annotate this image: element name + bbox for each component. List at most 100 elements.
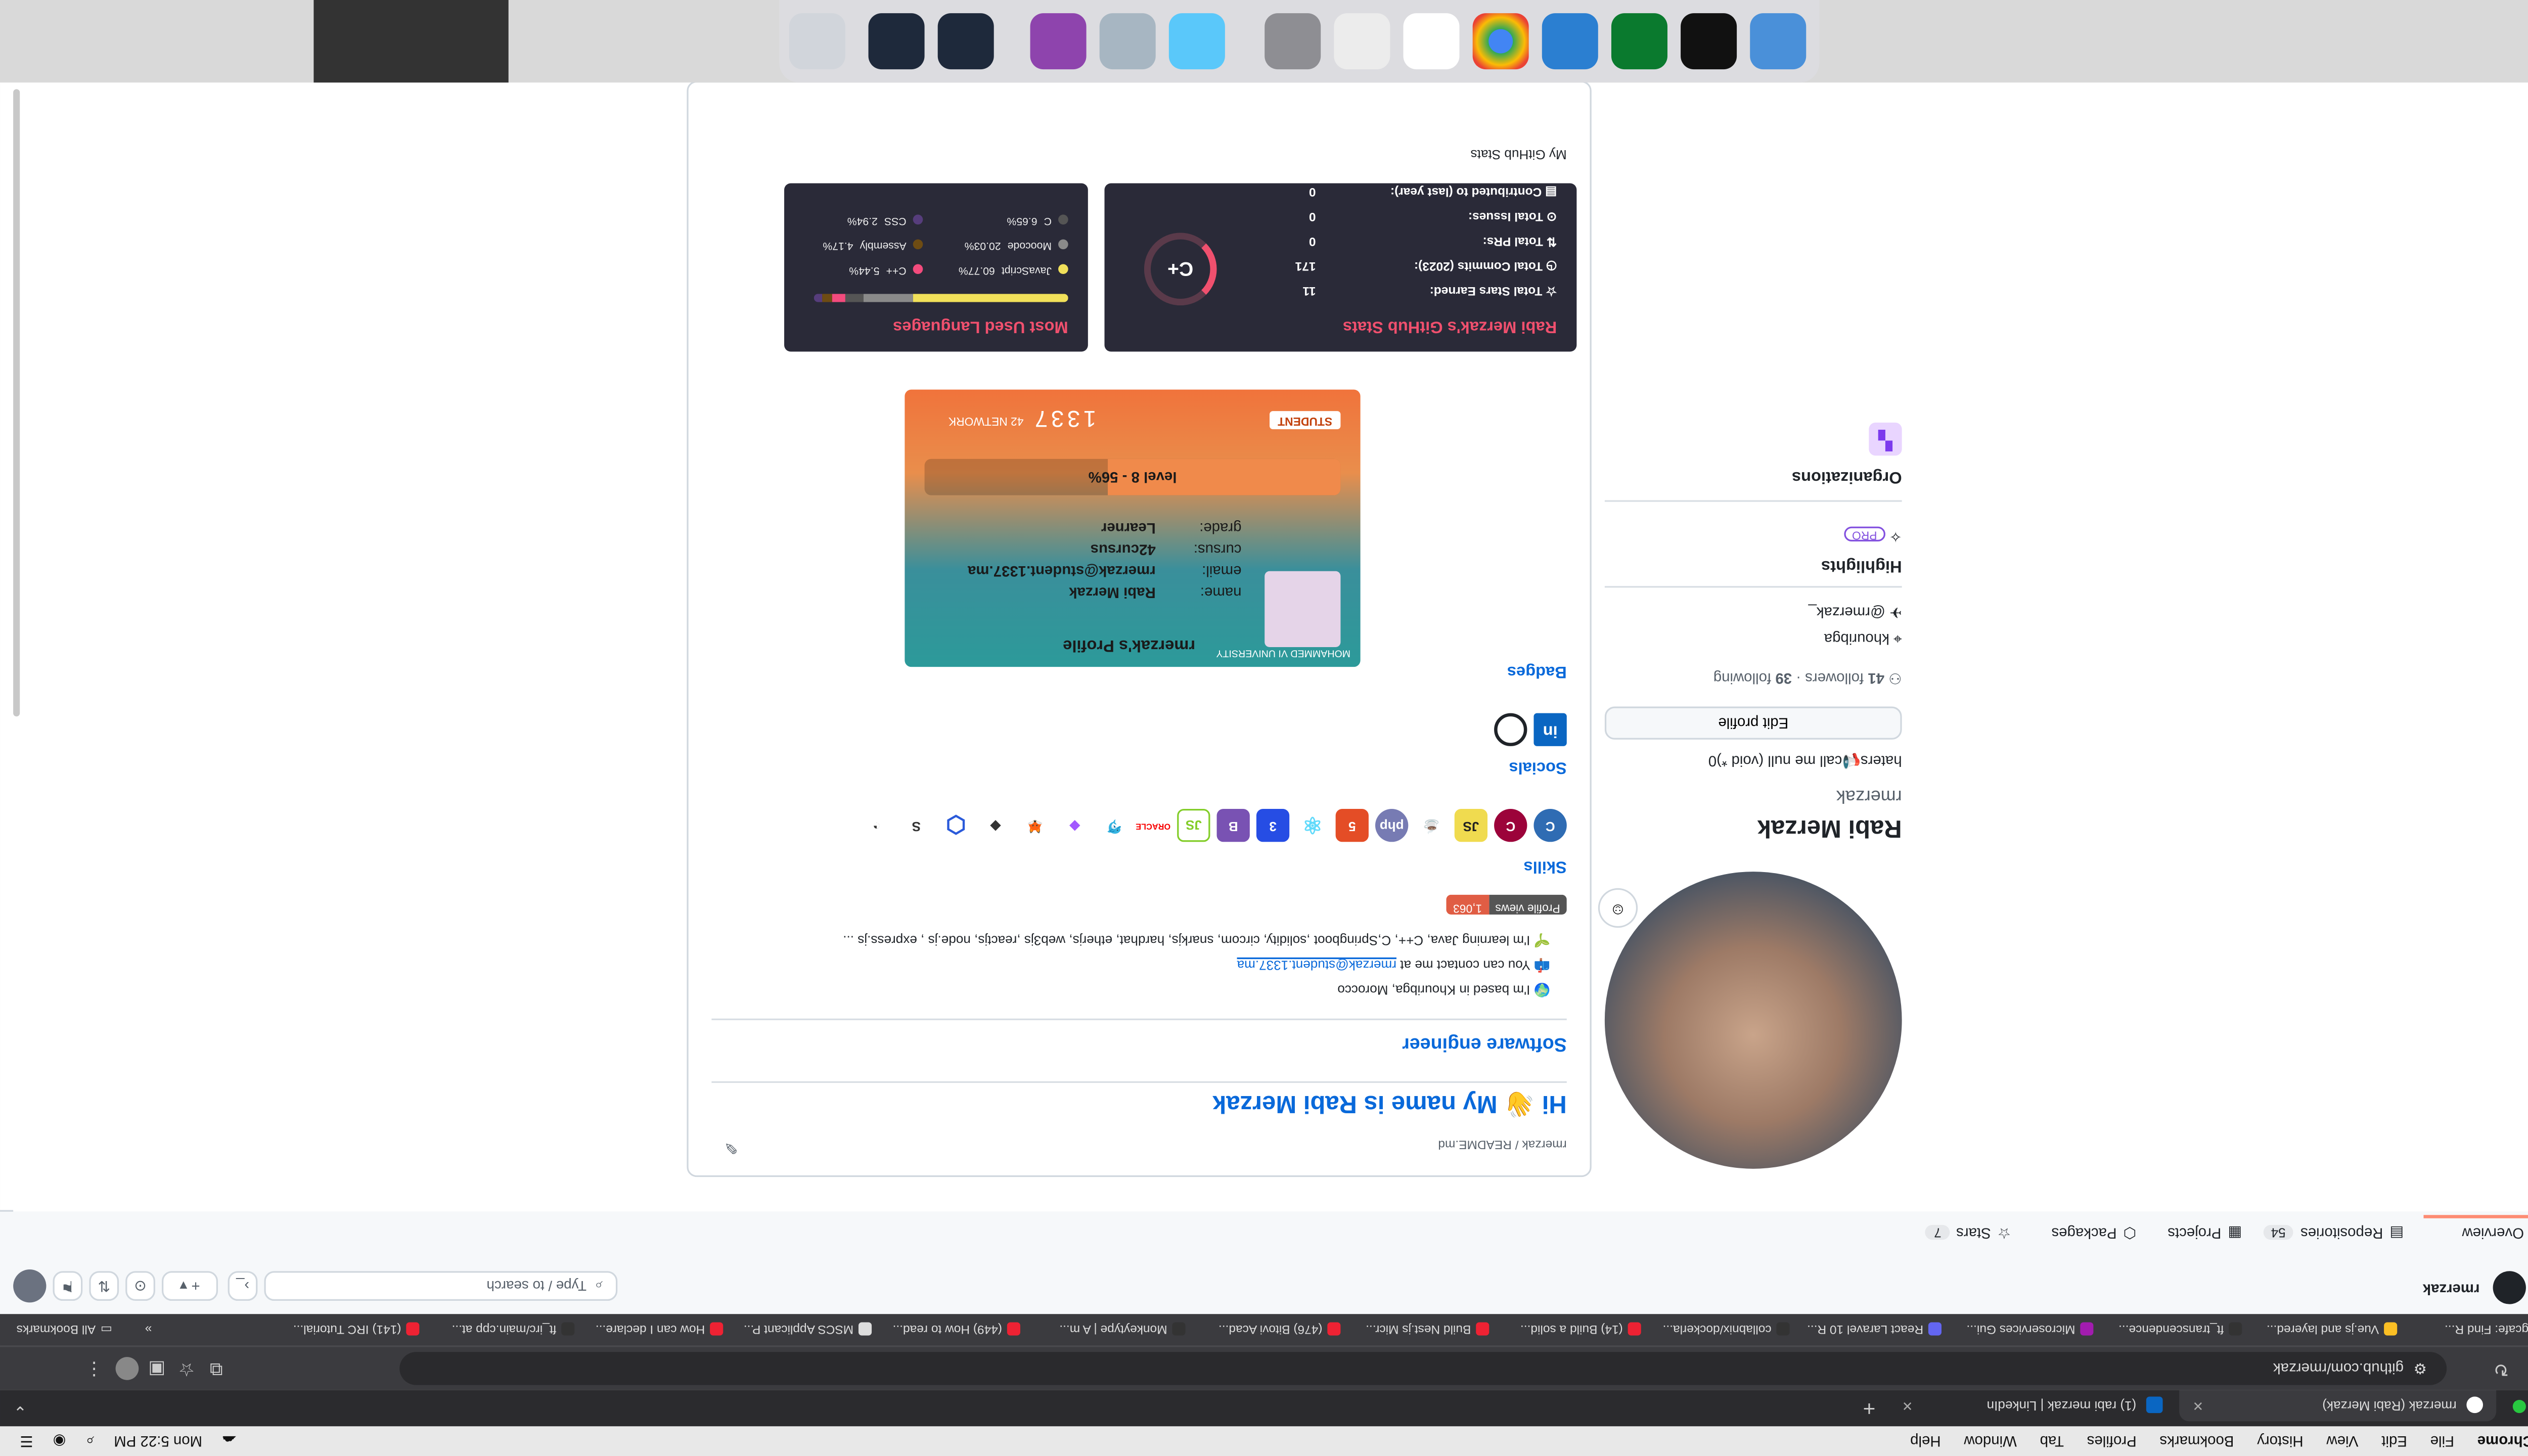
extension-icon[interactable]: ⧉ [205,1357,228,1380]
bookmark-item[interactable]: Hiringcafe: Find R... [2445,1323,2528,1337]
menu-help[interactable]: Help [1910,1433,1940,1449]
email-link[interactable]: rmerzak@student.1337.ma [1237,958,1396,972]
dock-finder-icon[interactable] [1750,13,1807,70]
bootstrap-icon[interactable]: B [1216,809,1250,842]
pull-requests-icon[interactable]: ⇅ [89,1271,119,1301]
forward-icon[interactable]: → [2522,1357,2528,1380]
linkedin-icon[interactable]: in [1533,713,1567,746]
tab-projects[interactable]: ▦ Projects [2168,1215,2242,1251]
metamask-icon[interactable]: 🦊 [1018,809,1052,842]
dock-app-icon[interactable] [1030,13,1087,70]
menu-window[interactable]: Window [1964,1433,2017,1449]
java-icon[interactable]: ☕ [1415,809,1448,842]
notifications-icon[interactable]: ⚑ [53,1271,83,1301]
user-avatar[interactable] [13,1269,47,1303]
command-palette-icon[interactable]: ›_ [228,1271,258,1301]
docker-icon[interactable]: ◔ [860,809,893,842]
dock-terminal-icon[interactable] [1681,13,1737,70]
bookmark-item[interactable]: (449) How to read... [893,1323,1020,1337]
clock[interactable]: Mon 5:22 PM [114,1433,202,1449]
tab-overview[interactable]: 📖Overview [2462,1215,2528,1251]
edit-pencil-icon[interactable]: ✎ [724,1138,738,1156]
site-info-icon[interactable]: ⚙ [2414,1359,2427,1378]
close-tab-icon[interactable]: ✕ [2192,1398,2203,1413]
menu-profiles[interactable]: Profiles [2087,1433,2137,1449]
php-icon[interactable]: php [1375,809,1409,842]
menu-tab[interactable]: Tab [2040,1433,2064,1449]
address-bar[interactable]: ⚙ github.com/rmerzak [399,1352,2447,1385]
bookmark-item[interactable]: Microservices Gui... [1966,1323,2094,1337]
42-profile-card[interactable]: MOHAMMED VI UNIVERSITY rmerzak's Profile… [905,389,1361,667]
menu-edit[interactable]: Edit [2381,1433,2407,1449]
organization-avatar-icon[interactable]: ▚ [1869,422,1902,456]
create-new-button[interactable]: + ▾ [162,1271,218,1301]
dock-window-thumbnail[interactable] [937,13,994,70]
figma-icon[interactable]: ◆ [1058,809,1092,842]
close-tab-icon[interactable]: ✕ [1902,1398,1913,1413]
oracle-icon[interactable]: ORACLE [1136,809,1171,842]
bookmark-item[interactable]: Build Nest.js Micr... [1366,1323,1489,1337]
dock-settings-icon[interactable] [1265,13,1321,70]
profile-twitter[interactable]: ✈ @rmerzak_ [1808,603,1902,621]
side-panel-icon[interactable]: ▣ [145,1357,168,1380]
dock-chrome-icon[interactable] [1472,13,1529,70]
zoom-window-button[interactable] [2512,1399,2526,1414]
github-icon[interactable] [1494,713,1527,746]
menu-file[interactable]: File [2430,1433,2454,1449]
dock-vscode-icon[interactable] [1542,13,1598,70]
control-center-icon[interactable]: ◉ [53,1432,66,1450]
bookmark-star-icon[interactable]: ☆ [175,1357,198,1380]
nodejs-icon[interactable]: JS [1177,809,1210,842]
bookmark-item[interactable]: ft_irc/main.cpp at... [452,1323,575,1337]
bookmarks-overflow-button[interactable]: » [145,1323,152,1337]
readme-path[interactable]: rmerzak / README.md [1438,1138,1566,1152]
status-emoji-icon[interactable]: ☺ [1598,888,1638,928]
mysql-icon[interactable]: 🐬 [1098,809,1131,842]
cpp-icon[interactable]: C [1494,809,1527,842]
bookmark-item[interactable]: How can I declare... [596,1323,724,1337]
page-scrollbar[interactable] [13,89,20,717]
dock-preview-icon[interactable] [1099,13,1156,70]
tab-repositories[interactable]: ▤ Repositories 54 [2263,1215,2404,1251]
dock-window-thumbnail[interactable] [868,13,925,70]
bookmark-item[interactable]: Vue.js and layered... [2267,1323,2398,1337]
bookmark-item[interactable]: MSCS Applicant P... [744,1323,872,1337]
bookmark-item[interactable]: (14) Build a solid... [1520,1323,1641,1337]
tab-linkedin[interactable]: (1) rabi merzak | LinkedIn ✕ [1889,1390,2176,1421]
profile-avatar[interactable] [1604,872,1902,1169]
tab-search-icon[interactable]: ⌄ [13,1401,27,1420]
reload-icon[interactable]: ↻ [2490,1357,2513,1380]
edit-profile-button[interactable]: Edit profile [1604,706,1902,740]
menu-app-name[interactable]: Chrome [2477,1433,2528,1449]
javascript-icon[interactable]: JS [1454,809,1488,842]
cloud-icon[interactable]: ☁ [222,1432,237,1450]
menu-bookmarks[interactable]: Bookmarks [2159,1433,2234,1449]
github-logo-icon[interactable] [2493,1271,2526,1304]
menu-view[interactable]: View [2326,1433,2358,1449]
profile-avatar[interactable] [115,1357,139,1380]
languages-card[interactable]: Most Used Languages JavaScript 60.77% C+… [784,183,1088,352]
bookmark-item[interactable]: ft_transcendence... [2118,1323,2242,1337]
solidity-icon[interactable]: S [899,809,933,842]
bookmark-item[interactable]: collabnix/dockerla... [1663,1323,1790,1337]
dock-safari-icon[interactable] [1334,13,1390,70]
html5-icon[interactable]: 5 [1335,809,1369,842]
ethereum-icon[interactable]: ◆ [979,809,1012,842]
tab-github[interactable]: rmerzak (Rabi Merzak) ✕ [2179,1390,2497,1422]
chainlink-icon[interactable]: ⬡ [939,809,973,842]
chrome-menu-icon[interactable]: ⋮ [82,1357,106,1380]
menu-extras-icon[interactable]: ☰ [20,1432,33,1450]
new-tab-button[interactable]: + [1863,1396,1876,1421]
search-input[interactable]: ⌕ Type / to search [264,1271,618,1301]
react-icon[interactable]: ⚛ [1296,809,1329,842]
issues-icon[interactable]: ⊙ [125,1271,155,1301]
bookmark-item[interactable]: (476) Bitovi Acad... [1218,1323,1341,1337]
header-username[interactable]: rmerzak [2423,1281,2480,1298]
dock-trash-icon[interactable] [789,13,845,70]
dock-iterm-icon[interactable] [1611,13,1667,70]
menu-history[interactable]: History [2257,1433,2303,1449]
github-stats-card[interactable]: Rabi Merzak's GitHub Stats ☆ Total Stars… [1104,183,1577,352]
c-icon[interactable]: C [1533,809,1567,842]
bookmark-item[interactable]: Monkeytype | A m... [1059,1323,1186,1337]
tab-packages[interactable]: ⬡ Packages [2052,1215,2137,1251]
